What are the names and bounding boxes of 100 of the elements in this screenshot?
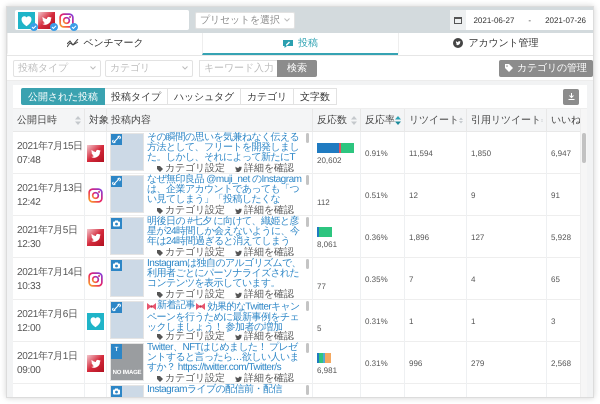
text-scrollbar[interactable] [306,259,309,269]
reaction-rate: 0.31% [365,317,388,326]
preset-dropdown[interactable]: プリセットを選択 [195,12,295,28]
column-header[interactable]: 公開日時 [13,109,85,131]
post-text[interactable]: Instagramライブの配信前・配信 [147,385,304,397]
post-text[interactable]: 新着記事 効果的なTwitterキャンペーンを行うために最新事例をチェックしましょう！ 参加者の増加 [147,301,304,331]
retweet-count: 1,896 [409,233,430,242]
retweet-count: 996 [409,359,422,368]
start-date: 2021-06-27 [472,16,516,24]
tag-icon [157,334,163,340]
retweet-count: 12 [409,191,418,200]
view-details-link[interactable]: 詳細を確認 [235,374,294,384]
reaction-rate: 0.51% [365,191,388,200]
text-scrollbar[interactable] [306,343,309,353]
camera-logo-icon [87,187,104,204]
link-icon [111,302,122,313]
text-scrollbar[interactable] [306,175,309,185]
post-date: 2021年7月14日 [17,266,83,280]
post-text[interactable]: その瞬間の思いを気兼ねなく伝える方法として、フリートを開発しました。しかし、それによって新たにT [147,133,304,163]
column-header[interactable]: リツイート [405,109,467,131]
reaction-rate: 0.36% [365,233,388,242]
post-text[interactable]: Instagramは独自のアルゴリズムで、利用者ごとにパーソナライズされたコンテンツを表示しています。 [147,259,304,289]
bird-icon [235,208,242,214]
view-details-link[interactable]: 詳細を確認 [235,290,294,300]
chevron-icon [284,18,290,22]
post-date: 2021年7月13日 [17,182,83,196]
category-setting-link[interactable]: カテゴリ設定 [157,290,225,300]
quote-count: 9 [471,191,476,200]
text-scrollbar[interactable] [306,217,309,227]
category-setting-link[interactable]: カテゴリ設定 [157,164,225,174]
retweet-count: 7 [409,275,414,284]
like-count: 91 [551,191,560,200]
reaction-rate: 0.91% [365,149,388,158]
bird-icon [235,250,242,256]
date-range-field[interactable]: 2021-06-27 - 2021-07-26 [450,10,593,30]
reaction-rate: 0.31% [365,359,388,368]
column-header: 対象 [85,109,107,131]
view-tab[interactable]: 投稿タイプ [105,88,168,105]
scrollbar[interactable] [580,109,587,397]
tag-icon [157,376,163,382]
heart-logo-icon [87,313,104,330]
text-scrollbar[interactable] [306,385,309,395]
like-count: 2,568 [551,359,572,368]
account-selector[interactable] [15,10,189,30]
retweet-count: 1 [409,317,414,326]
sort-icon[interactable] [459,116,463,124]
like-count: 6,947 [551,149,572,158]
bird-icon [235,376,242,382]
like-count: 3 [551,317,556,326]
bird-logo-icon [87,229,104,246]
camera-icon [111,260,122,271]
end-date: 2021-07-26 [544,16,587,24]
retweet-count: 11,594 [409,149,433,158]
reaction-count: 77 [317,282,326,290]
post-text[interactable]: なぜ無印良品 @muji_net のInstagramは、企業アカウントであっても「つい見てしまう」「投稿したくな [147,175,304,205]
bird-icon [235,292,242,298]
sort-icon[interactable] [75,116,81,124]
column-header[interactable]: 引用リツイート [467,109,547,131]
view-details-link[interactable]: 詳細を確認 [235,248,294,258]
post-text[interactable]: 明後日の #七夕 に向けて、織姫と彦星が24時間しか会えないように、今年は24時間過ぎると消えてしまう [147,217,304,247]
reaction-count: 112 [317,198,330,206]
ribbon-icon [196,302,205,310]
tag-icon [157,250,163,256]
text-scrollbar[interactable] [306,133,309,143]
bird-icon [235,166,242,172]
reaction-rate: 0.35% [365,275,388,284]
view-tab[interactable]: ハッシュタグ [168,88,241,105]
sort-icon[interactable] [395,116,401,124]
post-time: 07:48 [17,154,41,167]
category-setting-link[interactable]: カテゴリ設定 [157,248,225,258]
view-details-link[interactable]: 詳細を確認 [235,206,294,216]
like-count: 65 [551,275,560,284]
chevron-icon [90,66,96,70]
post-time: 10:33 [17,280,41,293]
post-date: 2021年7月6日 [17,308,78,322]
category-setting-link[interactable]: カテゴリ設定 [157,374,225,384]
text-scrollbar[interactable] [306,301,309,311]
bird-icon [235,334,242,340]
column-header[interactable]: 反応数 [313,109,361,131]
post-text[interactable]: Twitter、NFTはじめました！ プレゼントすると言ったら…欲しい人いますか？ https://twitter.com/Twitter/s [147,343,304,373]
category-setting-link[interactable]: カテゴリ設定 [157,206,225,216]
tag-icon [157,166,163,172]
camera-icon [111,218,122,229]
view-details-link[interactable]: 詳細を確認 [235,332,294,342]
sort-icon[interactable] [351,116,357,124]
download-button[interactable] [563,88,579,104]
camera-logo-icon [58,12,75,28]
view-details-link[interactable]: 詳細を確認 [235,164,294,174]
column-header[interactable]: 反応率 [361,109,405,131]
quote-count: 4 [471,275,476,284]
camera-logo-icon [87,271,104,288]
category-setting-link[interactable]: カテゴリ設定 [157,332,225,342]
column-header: 投稿内容 [107,109,313,131]
view-tab[interactable]: 文字数 [294,88,337,105]
date-separator: - [527,16,532,24]
keyword-field[interactable]: キーワード入力 [199,60,277,76]
tag-icon [505,64,513,72]
reaction-count: 8,061 [317,240,338,248]
download-icon [568,93,574,100]
view-tab[interactable]: カテゴリ [241,88,294,105]
